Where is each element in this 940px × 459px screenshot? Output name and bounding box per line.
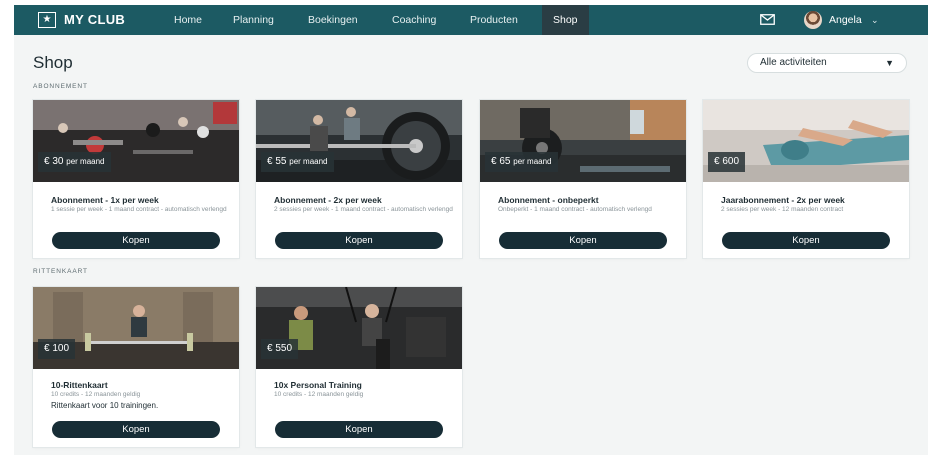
product-image-barbell: € 55 per maand [256, 100, 462, 182]
product-card: € 30 per maand Abonnement - 1x per week … [33, 100, 239, 258]
filter-value: Alle activiteiten [760, 57, 827, 68]
product-image-personal-training: € 550 [256, 287, 462, 369]
price-badge: € 600 [708, 152, 746, 172]
nav-item-boekingen[interactable]: Boekingen [297, 5, 369, 35]
page-title: Shop [33, 53, 73, 72]
nav-item-coaching[interactable]: Coaching [381, 5, 447, 35]
product-card: € 55 per maand Abonnement - 2x per week … [256, 100, 462, 258]
product-title: Abonnement - 2x per week [274, 195, 382, 205]
top-navbar: ★ MY CLUB Home Planning Boekingen Coachi… [14, 5, 928, 35]
product-title: 10-Rittenkaart [51, 380, 108, 390]
user-avatar[interactable] [804, 11, 822, 29]
product-title: Abonnement - 1x per week [51, 195, 159, 205]
price-badge: € 550 [261, 339, 299, 359]
user-name[interactable]: Angela [829, 5, 862, 35]
buy-button[interactable]: Kopen [52, 421, 220, 438]
product-card: € 100 10-Rittenkaart 10 credits - 12 maa… [33, 287, 239, 447]
buy-button[interactable]: Kopen [499, 232, 667, 249]
price-badge: € 30 per maand [38, 152, 111, 172]
product-description: Rittenkaart voor 10 trainingen. [51, 401, 159, 410]
product-subtitle: 10 credits - 12 maanden geldig [51, 391, 141, 398]
buy-button[interactable]: Kopen [52, 232, 220, 249]
product-title: Jaarabonnement - 2x per week [721, 195, 845, 205]
product-title: Abonnement - onbeperkt [498, 195, 599, 205]
product-subtitle: 2 sessies per week - 1 maand contract - … [274, 206, 453, 213]
star-icon[interactable]: ★ [38, 12, 56, 28]
section-label-abonnement: ABONNEMENT [33, 83, 88, 90]
section-label-rittenkaart: RITTENKAART [33, 268, 88, 275]
product-image-yoga-mat: € 600 [703, 100, 909, 182]
product-card: € 65 per maand Abonnement - onbeperkt On… [480, 100, 686, 258]
buy-button[interactable]: Kopen [275, 421, 443, 438]
chevron-down-icon: ▼ [885, 58, 894, 68]
product-subtitle: 10 credits - 12 maanden geldig [274, 391, 364, 398]
price-badge: € 65 per maand [485, 152, 558, 172]
product-subtitle: 2 sessies per week - 12 maanden contract [721, 206, 844, 213]
price-badge: € 55 per maand [261, 152, 334, 172]
mail-icon[interactable] [760, 14, 775, 25]
nav-item-planning[interactable]: Planning [222, 5, 285, 35]
buy-button[interactable]: Kopen [275, 232, 443, 249]
nav-item-home[interactable]: Home [163, 5, 213, 35]
product-subtitle: Onbeperkt - 1 maand contract - automatis… [498, 206, 652, 213]
app-window: ★ MY CLUB Home Planning Boekingen Coachi… [14, 5, 928, 455]
buy-button[interactable]: Kopen [722, 232, 890, 249]
nav-item-shop[interactable]: Shop [542, 5, 589, 35]
product-title: 10x Personal Training [274, 380, 362, 390]
product-card: € 550 10x Personal Training 10 credits -… [256, 287, 462, 447]
nav-item-producten[interactable]: Producten [459, 5, 529, 35]
product-subtitle: 1 sessie per week - 1 maand contract - a… [51, 206, 227, 213]
product-image-deadlift: € 100 [33, 287, 239, 369]
chevron-down-icon[interactable]: ⌄ [871, 5, 879, 35]
product-card: € 600 Jaarabonnement - 2x per week 2 ses… [703, 100, 909, 258]
price-badge: € 100 [38, 339, 76, 359]
product-image-plates: € 65 per maand [480, 100, 686, 182]
product-image-gym: € 30 per maand [33, 100, 239, 182]
brand-name[interactable]: MY CLUB [64, 12, 125, 28]
activity-filter-select[interactable]: Alle activiteiten ▼ [747, 53, 907, 73]
